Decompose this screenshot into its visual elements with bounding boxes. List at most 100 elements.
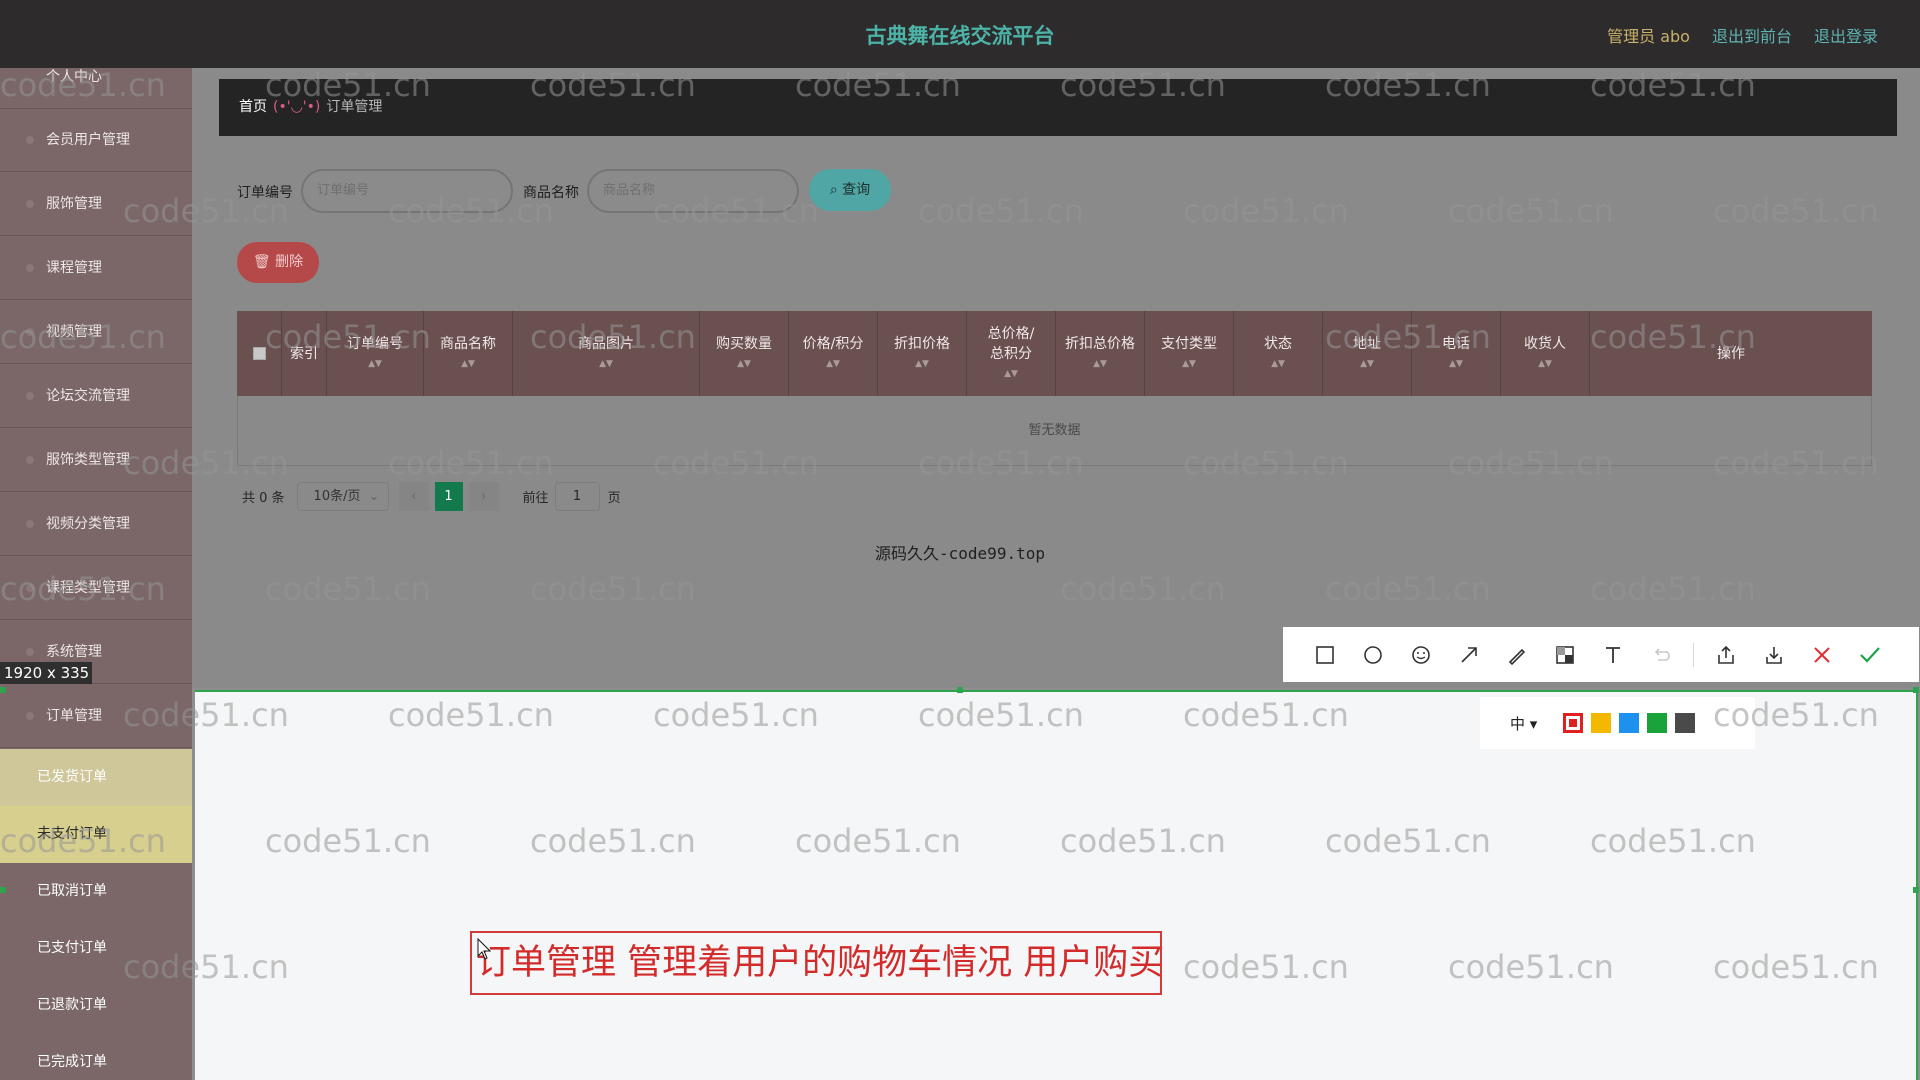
admin-label: 管理员 abo — [1607, 27, 1690, 46]
trash-icon: 🗑 — [252, 254, 276, 270]
sort-icon[interactable]: ▲▼ — [737, 354, 751, 374]
table-header-cell[interactable]: 支付类型 ▲▼ — [1145, 311, 1234, 396]
font-size-select[interactable]: 中 ▾ — [1510, 713, 1537, 734]
source-note: 源码久久-code99.top — [875, 544, 1045, 563]
color-swatch-red[interactable] — [1563, 713, 1584, 733]
sidebar-item-videos[interactable]: 视频管理 — [0, 301, 192, 364]
next-page-button[interactable]: › — [468, 482, 499, 511]
bullet-icon — [26, 648, 34, 656]
sidebar-item-costumes[interactable]: 服饰管理 — [0, 173, 192, 236]
sidebar-item-label: 系统管理 — [46, 644, 102, 660]
breadcrumb-home[interactable]: 首页 — [239, 99, 267, 115]
sidebar-item-members[interactable]: 会员用户管理 — [0, 109, 192, 172]
selection-handle[interactable] — [0, 687, 6, 693]
sidebar-item-label: 服饰管理 — [46, 196, 102, 212]
breadcrumb: 首页 (•'◡'•) 订单管理 — [219, 79, 1897, 136]
color-swatch-yellow[interactable] — [1591, 713, 1612, 733]
bullet-icon — [26, 584, 34, 592]
sidebar-item-profile[interactable]: 个人中心 — [0, 68, 192, 109]
sidebar-sub-paid-orders[interactable]: 已支付订单 — [0, 920, 192, 977]
table-header-cell[interactable]: 总价格/总积分 ▲▼ — [967, 311, 1056, 396]
table-header-cell[interactable]: 购买数量 ▲▼ — [700, 311, 789, 396]
table-header-cell[interactable]: 商品名称 ▲▼ — [424, 311, 513, 396]
breadcrumb-emoticon: (•'◡'•) — [273, 99, 321, 115]
prev-page-button[interactable]: ‹ — [398, 482, 429, 511]
sidebar-item-costume-types[interactable]: 服饰类型管理 — [0, 429, 192, 492]
arrow-icon[interactable] — [1453, 639, 1485, 671]
annotation-text-box[interactable]: 订单管理 管理着用户的购物车情况 用户购买后 — [470, 931, 1162, 995]
color-swatch-blue[interactable] — [1619, 713, 1640, 733]
table-header-cell[interactable]: 状态 ▲▼ — [1234, 311, 1323, 396]
sort-icon[interactable]: ▲▼ — [1271, 354, 1285, 374]
sidebar-item-label: 订单管理 — [46, 708, 102, 724]
sort-icon[interactable]: ▲▼ — [599, 354, 613, 374]
product-name-input[interactable]: 商品名称 — [587, 169, 799, 213]
breadcrumb-current: 订单管理 — [326, 99, 383, 115]
main-content: 首页 (•'◡'•) 订单管理 订单编号 订单编号 商品名称 商品名称 ⌕ 查询 🗑… — [192, 68, 1920, 688]
color-swatch-green[interactable] — [1647, 713, 1668, 733]
table-header-cell[interactable]: 价格/积分 ▲▼ — [789, 311, 878, 396]
sort-icon[interactable]: ▲▼ — [1360, 354, 1374, 374]
pen-icon[interactable] — [1501, 639, 1533, 671]
confirm-check-icon[interactable] — [1854, 639, 1886, 671]
logout-link[interactable]: 退出登录 — [1814, 23, 1878, 47]
sidebar-item-label: 视频管理 — [46, 324, 102, 340]
selection-handle[interactable] — [0, 887, 6, 893]
ellipse-icon[interactable] — [1357, 639, 1389, 671]
table-header-cell[interactable]: 收货人 ▲▼ — [1501, 311, 1590, 396]
toolbar-divider — [1693, 642, 1694, 667]
sidebar-item-courses[interactable]: 课程管理 — [0, 237, 192, 300]
sidebar-sub-cancelled-orders[interactable]: 已取消订单 — [0, 863, 192, 920]
sort-icon[interactable]: ▲▼ — [1449, 354, 1463, 374]
select-all-checkbox[interactable] — [252, 347, 266, 360]
mosaic-icon[interactable] — [1549, 639, 1581, 671]
sort-icon[interactable]: ▲▼ — [915, 354, 929, 374]
sidebar-sub-shipped-orders[interactable]: 已发货订单 — [0, 749, 192, 806]
text-icon[interactable] — [1597, 639, 1629, 671]
goto-front-link[interactable]: 退出到前台 — [1712, 23, 1792, 47]
sidebar-item-orders[interactable]: 订单管理 — [0, 685, 192, 748]
page-unit-label: 页 — [607, 491, 621, 506]
undo-icon[interactable] — [1645, 639, 1677, 671]
delete-button[interactable]: 🗑 删除 — [237, 242, 319, 283]
bullet-icon — [26, 712, 34, 720]
page-number-current[interactable]: 1 — [434, 482, 463, 511]
rectangle-icon[interactable] — [1309, 639, 1341, 671]
select-all-checkbox-cell[interactable] — [237, 311, 282, 396]
selection-handle[interactable] — [1913, 687, 1919, 693]
sort-icon[interactable]: ▲▼ — [1182, 354, 1196, 374]
sidebar-sub-completed-orders[interactable]: 已完成订单 — [0, 1034, 192, 1080]
close-icon[interactable] — [1806, 639, 1838, 671]
sort-icon[interactable]: ▲▼ — [1004, 364, 1018, 384]
table-empty-state: 暂无数据 — [237, 396, 1872, 466]
table-header-cell[interactable]: 商品图片 ▲▼ — [513, 311, 700, 396]
selection-handle[interactable] — [1913, 887, 1919, 893]
download-icon[interactable] — [1758, 639, 1790, 671]
sort-icon[interactable]: ▲▼ — [826, 354, 840, 374]
share-icon[interactable] — [1710, 639, 1742, 671]
sidebar-item-label: 论坛交流管理 — [46, 388, 130, 404]
sort-icon[interactable]: ▲▼ — [1538, 354, 1552, 374]
table-header-cell[interactable]: 订单编号 ▲▼ — [327, 311, 424, 396]
sidebar-item-forum[interactable]: 论坛交流管理 — [0, 365, 192, 428]
page-size-select[interactable]: 10条/页 ⌄ — [296, 482, 389, 511]
product-name-label: 商品名称 — [523, 185, 579, 201]
sort-icon[interactable]: ▲▼ — [1093, 354, 1107, 374]
order-no-input[interactable]: 订单编号 — [301, 169, 513, 213]
table-header-cell[interactable]: 折扣总价格 ▲▼ — [1056, 311, 1145, 396]
table-header-cell[interactable]: 电话 ▲▼ — [1412, 311, 1501, 396]
emoji-icon[interactable] — [1405, 639, 1437, 671]
sidebar-sub-refunded-orders[interactable]: 已退款订单 — [0, 977, 192, 1034]
sort-icon[interactable]: ▲▼ — [368, 354, 382, 374]
selection-handle[interactable] — [957, 687, 963, 693]
sidebar-item-course-types[interactable]: 课程类型管理 — [0, 557, 192, 620]
table-header-cell[interactable]: 地址 ▲▼ — [1323, 311, 1412, 396]
order-no-label: 订单编号 — [237, 185, 293, 201]
top-links: 管理员 abo 退出到前台 退出登录 — [1607, 23, 1878, 47]
table-header-cell[interactable]: 折扣价格 ▲▼ — [878, 311, 967, 396]
sort-icon[interactable]: ▲▼ — [461, 354, 475, 374]
query-button[interactable]: ⌕ 查询 — [809, 169, 891, 211]
sidebar-sub-unpaid-orders[interactable]: 未支付订单 — [0, 806, 192, 863]
goto-page-input[interactable]: 1 — [554, 482, 600, 511]
color-swatch-gray[interactable] — [1675, 713, 1696, 733]
